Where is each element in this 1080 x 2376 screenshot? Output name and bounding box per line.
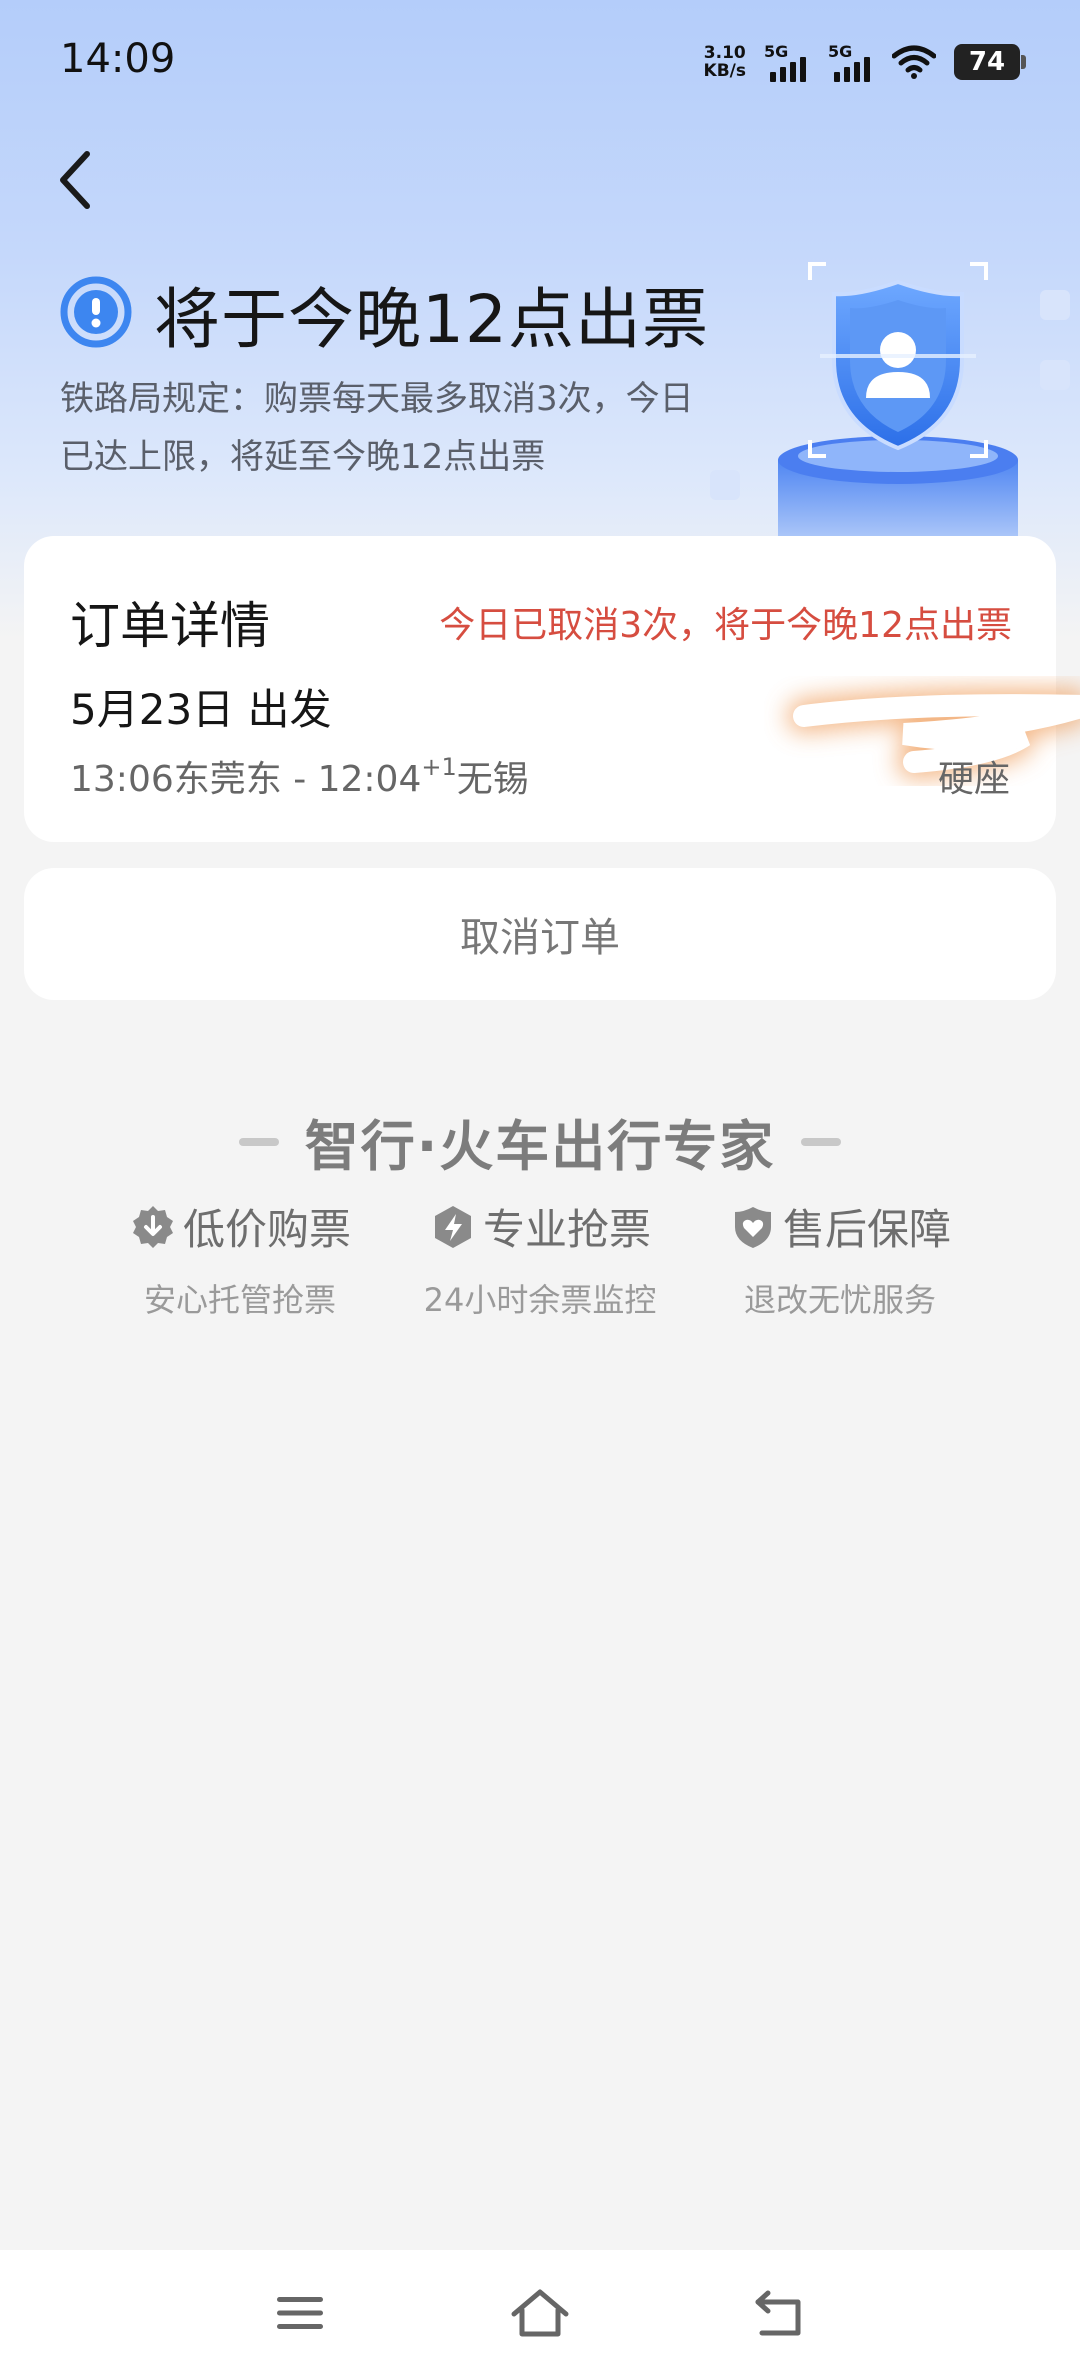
chevron-left-icon <box>60 151 90 209</box>
home-button[interactable] <box>495 2268 585 2358</box>
status-indicators: 3.10 KB/s 5G 5G 74 <box>704 38 1026 86</box>
status-bar: 14:09 3.10 KB/s 5G 5G 74 <box>0 0 1080 120</box>
alert-icon <box>60 276 132 348</box>
heart-shield-icon <box>734 1206 771 1248</box>
status-time: 14:09 <box>60 36 176 82</box>
signal-icon: 5G <box>764 42 810 82</box>
day-offset: +1 <box>421 753 457 781</box>
shield-illustration <box>710 262 1070 570</box>
departure-date: 5月23日 出发 <box>70 685 332 734</box>
signal-icon: 5G <box>828 42 874 82</box>
screen: 14:09 3.10 KB/s 5G 5G 74 将于今晚12点出票 铁路局规定… <box>0 0 1080 2376</box>
brand-title: 智行·火车出行专家 <box>304 1115 776 1178</box>
page-description: 铁路局规定：购票每天最多取消3次，今日已达上限，将延至今晚12点出票 <box>60 379 694 477</box>
feature-item: 低价购票 安心托管抢票 <box>90 1196 390 1321</box>
feature-subtitle: 24小时余票监控 <box>423 1281 657 1319</box>
brand-dash-left <box>238 1137 279 1146</box>
seat-type: 硬座 <box>937 759 1010 800</box>
wifi-icon <box>892 45 936 79</box>
menu-icon <box>277 2297 323 2329</box>
network-speed-unit: KB/s <box>703 61 746 81</box>
route-end: 无锡 <box>456 759 529 800</box>
brand-dash-right <box>801 1137 842 1146</box>
feature-label: 低价购票 <box>182 1205 351 1254</box>
lightning-badge-icon <box>434 1205 471 1248</box>
cancel-limit-warning: 今日已取消3次，将于今晚12点出票 <box>439 605 1012 646</box>
feature-item: 售后保障 退改无忧服务 <box>690 1196 990 1321</box>
battery-icon: 74 <box>954 44 1026 80</box>
menu-button[interactable] <box>255 2268 345 2358</box>
system-nav-bar <box>0 2250 1080 2376</box>
cancel-order-button[interactable]: 取消订单 <box>24 868 1056 1000</box>
route-start: 13:06东莞东 - 12:04 <box>70 759 422 800</box>
page-title: 将于今晚12点出票 <box>154 281 709 358</box>
feature-item: 专业抢票 24小时余票监控 <box>390 1196 690 1321</box>
feature-label: 专业抢票 <box>482 1205 651 1254</box>
price-badge-icon <box>132 1205 173 1248</box>
network-speed: 3.10 KB/s <box>704 44 746 80</box>
network-speed-value: 3.10 <box>703 43 746 63</box>
redaction-scribble <box>787 688 1080 779</box>
home-icon <box>511 2289 569 2337</box>
feature-subtitle: 安心托管抢票 <box>143 1281 336 1319</box>
order-detail-card[interactable]: 订单详情 今日已取消3次，将于今晚12点出票 5月23日 出发 13:06东莞东… <box>24 536 1080 842</box>
return-icon <box>755 2290 801 2336</box>
feature-subtitle: 退改无忧服务 <box>743 1281 936 1319</box>
feature-list: 低价购票 安心托管抢票 专业抢票 24小时余票监控 售后保障 退改无忧服务 <box>0 1196 1080 1321</box>
feature-label: 售后保障 <box>782 1205 951 1254</box>
brand-banner: 智行·火车出行专家 <box>0 1102 1080 1181</box>
back-button[interactable] <box>40 140 110 220</box>
order-detail-title: 订单详情 <box>70 597 270 655</box>
train-route: 13:06东莞东 - 12:04+1无锡 <box>70 750 529 802</box>
back-nav-button[interactable] <box>735 2268 825 2358</box>
